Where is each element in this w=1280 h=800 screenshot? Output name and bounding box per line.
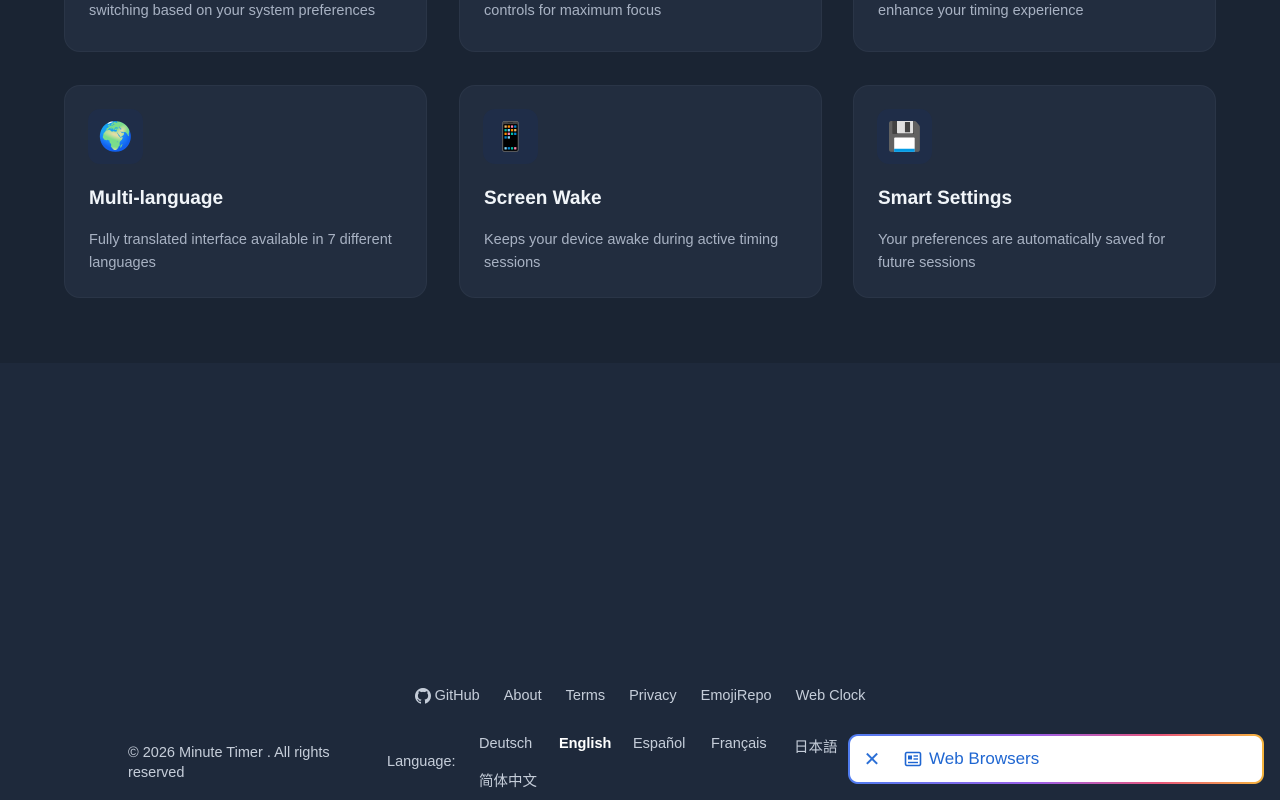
about-link[interactable]: About bbox=[504, 688, 542, 704]
feature-card-auto-theme: switching based on your system preferenc… bbox=[64, 0, 427, 52]
close-icon[interactable]: ✕ bbox=[850, 736, 894, 782]
feature-card-description: Your preferences are automatically saved… bbox=[878, 232, 1166, 271]
language-option-francais[interactable]: Français bbox=[711, 736, 767, 752]
web-browsers-popup: ✕ Web Browsers bbox=[848, 734, 1264, 784]
copyright-text: © 2026 Minute Timer . All rights reserve… bbox=[128, 745, 330, 781]
feature-card-title: Multi-language bbox=[89, 188, 224, 209]
feature-card-description: enhance your timing experience bbox=[878, 3, 1084, 19]
github-icon bbox=[414, 688, 431, 704]
popup-body: ✕ Web Browsers bbox=[850, 736, 1262, 782]
feature-card-description: Keeps your device awake during active ti… bbox=[484, 232, 779, 271]
feature-card-description: switching based on your system preferenc… bbox=[89, 3, 376, 19]
language-option-simplified-chinese[interactable]: 简体中文 bbox=[479, 770, 537, 791]
emojirepo-link[interactable]: EmojiRepo bbox=[701, 688, 772, 704]
footer-links: GitHub About Terms Privacy EmojiRepo Web… bbox=[0, 688, 1280, 704]
feature-card-title: Smart Settings bbox=[878, 188, 1013, 209]
feature-card-focus-mode: controls for maximum focus bbox=[459, 0, 822, 52]
floppy-disk-icon: 💾 bbox=[877, 109, 932, 164]
github-link-label: GitHub bbox=[434, 688, 480, 704]
feature-card-multi-language: 🌍 Multi-language Fully translated interf… bbox=[64, 85, 427, 298]
web-clock-link[interactable]: Web Clock bbox=[796, 688, 866, 704]
feature-card-screen-wake: 📱 Screen Wake Keeps your device awake du… bbox=[459, 85, 822, 298]
language-option-deutsch[interactable]: Deutsch bbox=[479, 736, 532, 752]
language-label: Language: bbox=[387, 754, 456, 770]
language-option-english[interactable]: English bbox=[559, 736, 611, 752]
terms-link[interactable]: Terms bbox=[566, 688, 605, 704]
feature-card-title: Screen Wake bbox=[484, 188, 602, 209]
language-option-japanese[interactable]: 日本語 bbox=[794, 736, 838, 757]
privacy-link[interactable]: Privacy bbox=[629, 688, 677, 704]
language-option-espanol[interactable]: Español bbox=[633, 736, 685, 752]
feature-card-description: Fully translated interface available in … bbox=[89, 232, 392, 271]
features-section: switching based on your system preferenc… bbox=[0, 0, 1280, 363]
mobile-phone-icon: 📱 bbox=[483, 109, 538, 164]
feature-card-sound: enhance your timing experience bbox=[853, 0, 1216, 52]
browser-article-icon bbox=[904, 751, 922, 767]
globe-icon: 🌍 bbox=[88, 109, 143, 164]
feature-card-description: controls for maximum focus bbox=[484, 3, 662, 19]
github-link[interactable]: GitHub bbox=[414, 688, 480, 704]
feature-card-smart-settings: 💾 Smart Settings Your preferences are au… bbox=[853, 85, 1216, 298]
popup-label[interactable]: Web Browsers bbox=[929, 749, 1039, 769]
